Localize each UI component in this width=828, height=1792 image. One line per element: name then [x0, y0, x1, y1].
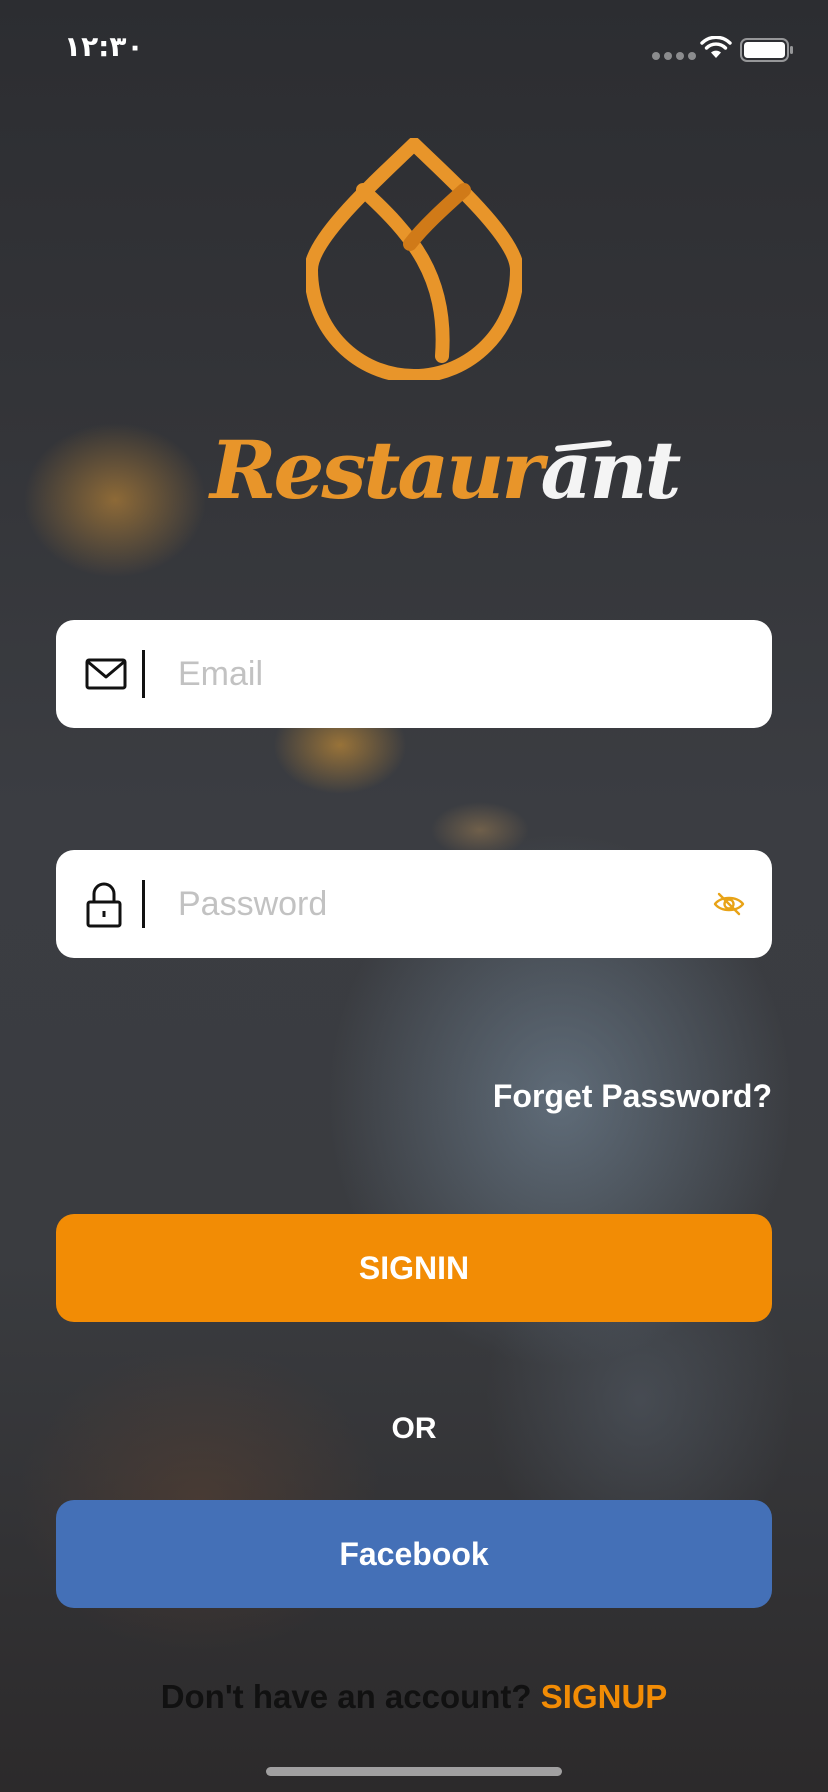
- mail-icon: [85, 658, 127, 690]
- lock-icon: [86, 882, 122, 928]
- status-bar: ۱۲:۳۰: [0, 0, 828, 96]
- home-indicator: [266, 1767, 562, 1776]
- tulip-logo-icon: [306, 138, 522, 380]
- email-field-divider: [142, 650, 145, 698]
- email-input[interactable]: [178, 620, 718, 728]
- signup-row: Don't have an account? SIGNUP: [0, 1678, 828, 1716]
- status-time: ۱۲:۳۰: [64, 30, 144, 63]
- logo-wordmark: Restaurant: [210, 420, 681, 520]
- facebook-login-button[interactable]: Facebook: [56, 1500, 772, 1608]
- logo-word-part-b: ant: [540, 423, 682, 517]
- signin-button[interactable]: SIGNIN: [56, 1214, 772, 1322]
- forgot-password-link[interactable]: Forget Password?: [493, 1078, 772, 1115]
- eye-off-icon[interactable]: [712, 890, 746, 918]
- logo-word-part-a: Restaur: [210, 423, 544, 517]
- password-field-divider: [142, 880, 145, 928]
- signup-prompt: Don't have an account?: [160, 1678, 532, 1715]
- signup-link[interactable]: SIGNUP: [541, 1678, 668, 1715]
- signin-button-label: SIGNIN: [358, 1249, 470, 1286]
- password-field[interactable]: [56, 850, 772, 958]
- email-field[interactable]: [56, 620, 772, 728]
- facebook-button-label: Facebook: [339, 1535, 489, 1572]
- or-separator: OR: [391, 1412, 437, 1445]
- password-input[interactable]: [178, 850, 718, 958]
- signal-dots-icon: [652, 52, 696, 60]
- login-screen: ۱۲:۳۰ Restaurant Email Forget Password? …: [0, 0, 828, 1792]
- wifi-icon: [700, 36, 732, 58]
- battery-icon: [740, 38, 793, 62]
